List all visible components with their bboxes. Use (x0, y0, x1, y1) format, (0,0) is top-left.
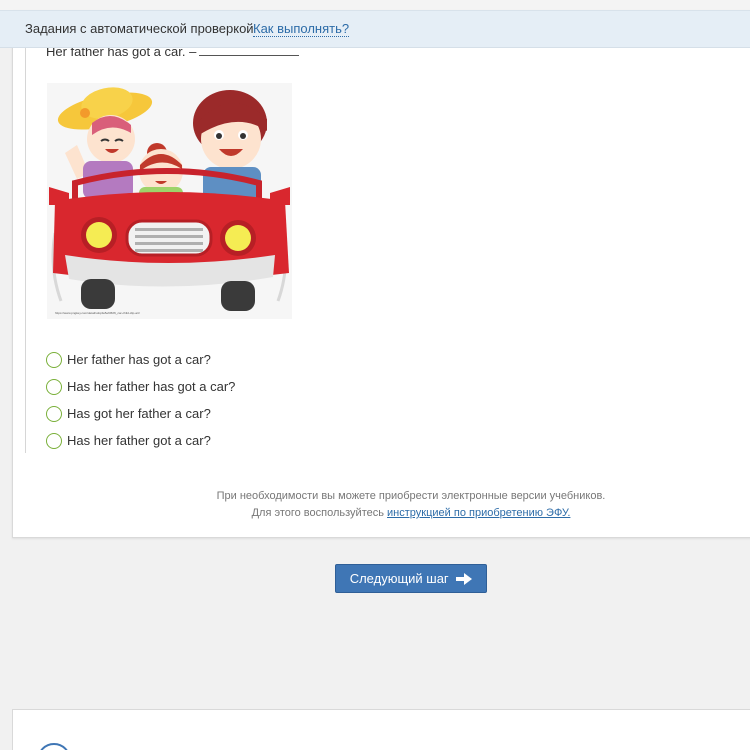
header-title: Задания с автоматической проверкой (25, 21, 254, 36)
efu-instruction-link[interactable]: инструкцией по приобретению ЭФУ. (387, 507, 570, 519)
task-picture: https://www.pngkey.com/detail/u2q4w5e6t5… (47, 83, 292, 319)
radio-button[interactable] (46, 352, 62, 368)
next-task-card (12, 709, 750, 750)
radio-button[interactable] (46, 379, 62, 395)
circle-icon (37, 743, 71, 750)
next-step-button[interactable]: Следующий шаг (335, 564, 487, 593)
option-label: Has her father has got a car? (67, 379, 236, 394)
radio-button[interactable] (46, 433, 62, 449)
top-strip (0, 0, 750, 10)
option-label: Has got her father a car? (67, 406, 211, 421)
purchase-note: При необходимости вы можете приобрести э… (0, 488, 750, 522)
note-line-1: При необходимости вы можете приобрести э… (216, 490, 606, 502)
option-label: Has her father got a car? (67, 433, 211, 448)
task-area: Her father has got a car. – https://www.… (25, 46, 750, 453)
how-to-link[interactable]: Как выполнять? (253, 21, 350, 37)
task-header: Задания с автоматической проверкой Как в… (0, 10, 750, 48)
note-line-2-text: Для этого воспользуйтесь (251, 507, 384, 519)
page: Задания с автоматической проверкой Как в… (0, 0, 750, 750)
radio-button[interactable] (46, 406, 62, 422)
picture-caption: https://www.pngkey.com/detail/u2q4w5e6t5… (55, 311, 140, 315)
option-label: Her father has got a car? (67, 352, 211, 367)
next-step-label: Следующий шаг (349, 571, 449, 587)
note-line-2: Для этого воспользуйтесь инструкцией по … (72, 505, 750, 522)
arrow-right-icon (456, 573, 473, 586)
